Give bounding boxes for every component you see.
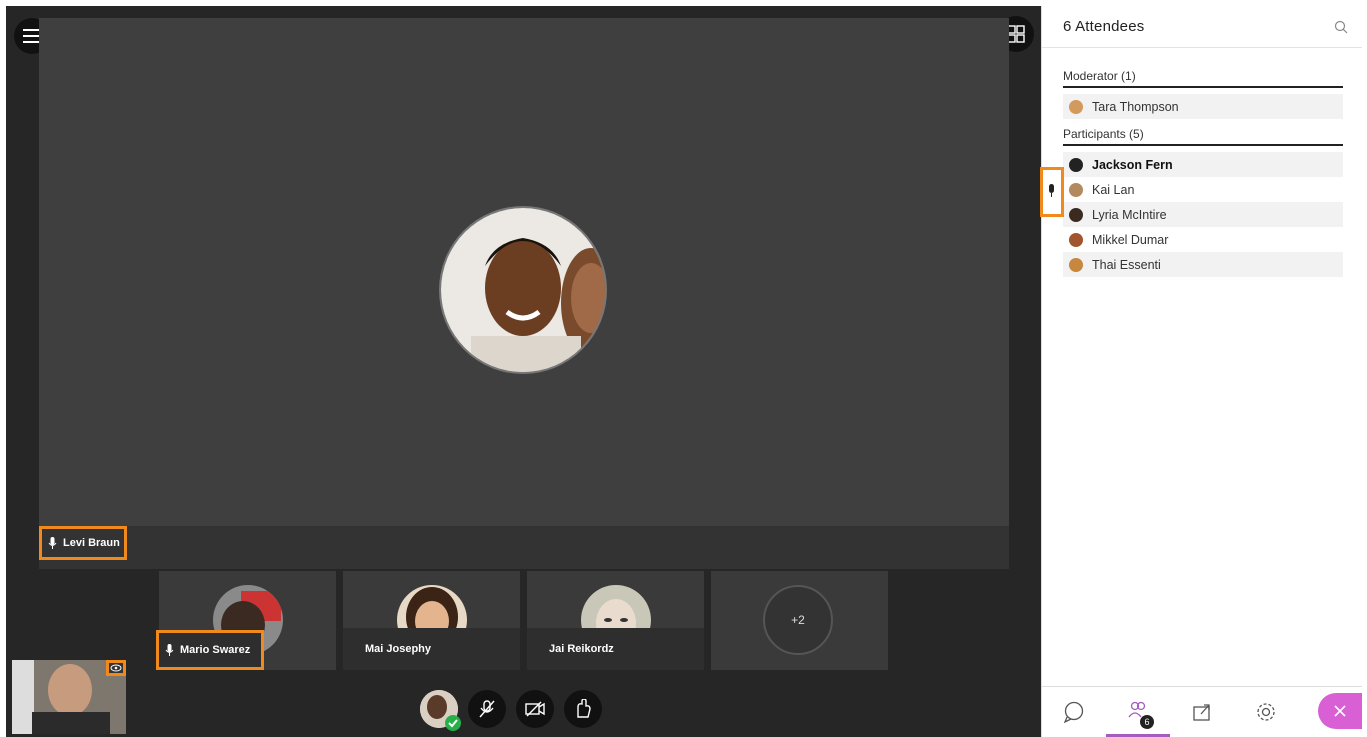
attendee-row[interactable]: Kai Lan <box>1063 177 1343 202</box>
attendee-avatar <box>1069 257 1083 272</box>
participants-header: Participants (5) <box>1063 124 1343 146</box>
video-stage: Levi Braun Mai Josephy Jai Reikordz +2 M… <box>6 6 1041 737</box>
attendee-avatar <box>1069 232 1083 247</box>
attendees-panel: 6 Attendees Moderator (1) Tara Thompson … <box>1041 6 1362 737</box>
attendee-avatar <box>1069 157 1083 172</box>
participant-name: Jai Reikordz <box>527 628 704 670</box>
microphone-toggle[interactable] <box>468 690 506 728</box>
active-speaker-name: Levi Braun <box>63 537 120 549</box>
attendee-row[interactable]: Tara Thompson <box>1063 94 1343 119</box>
microphone-icon <box>165 643 174 656</box>
check-badge-icon <box>445 715 461 731</box>
tab-attendees[interactable]: 6 <box>1106 687 1170 737</box>
media-controls <box>420 686 602 732</box>
participant-tile[interactable]: Mai Josephy <box>343 571 520 670</box>
attendee-name: Lyria McIntire <box>1092 207 1167 222</box>
close-icon <box>1334 705 1346 717</box>
panel-header: 6 Attendees <box>1042 6 1362 48</box>
attendee-name: Mikkel Dumar <box>1092 232 1169 247</box>
attendee-avatar <box>1069 99 1083 114</box>
microphone-off-icon <box>479 700 495 718</box>
active-speaker-label: Levi Braun <box>39 526 127 560</box>
attendee-avatar <box>1069 207 1083 222</box>
attendee-name: Thai Essenti <box>1092 257 1161 272</box>
speaker-bar <box>39 526 1009 569</box>
participant-tile[interactable]: Jai Reikordz <box>527 571 704 670</box>
attendee-row[interactable]: Thai Essenti <box>1063 252 1343 277</box>
search-icon[interactable] <box>1334 20 1348 34</box>
attendee-avatar <box>1069 182 1083 197</box>
tab-share-content[interactable] <box>1170 687 1234 737</box>
attendee-count-badge: 6 <box>1140 715 1154 729</box>
panel-title: 6 Attendees <box>1063 18 1145 35</box>
attendee-name: Jackson Fern <box>1092 157 1173 172</box>
microphone-icon <box>1049 184 1054 197</box>
camera-toggle[interactable] <box>516 690 554 728</box>
tab-chat[interactable] <box>1042 687 1106 737</box>
grid-layout-icon <box>1007 25 1025 43</box>
attendee-row[interactable]: Mikkel Dumar <box>1063 227 1343 252</box>
tile-name-label: Mario Swarez <box>156 630 264 670</box>
raise-hand-icon <box>577 699 591 718</box>
talking-indicator-highlight <box>1040 167 1064 217</box>
attendee-row[interactable]: Jackson Fern <box>1063 152 1343 177</box>
close-panel-button[interactable] <box>1318 693 1362 729</box>
moderators-header: Moderator (1) <box>1063 66 1343 88</box>
panel-tabbar: 6 <box>1042 686 1362 737</box>
tab-settings[interactable] <box>1234 687 1298 737</box>
my-status-button[interactable] <box>420 690 461 731</box>
self-video <box>12 660 126 734</box>
collaborate-app: Levi Braun Mai Josephy Jai Reikordz +2 M… <box>0 0 1367 737</box>
more-participants-tile[interactable]: +2 <box>711 571 888 670</box>
attendee-name: Kai Lan <box>1092 182 1135 197</box>
attendee-name: Tara Thompson <box>1092 99 1179 114</box>
eye-indicator <box>106 660 126 676</box>
moderators-section: Moderator (1) Tara Thompson <box>1063 66 1343 119</box>
microphone-icon <box>48 536 57 549</box>
participants-section: Participants (5) Jackson Fern Kai Lan Ly… <box>1063 124 1343 277</box>
participant-name: Mai Josephy <box>343 628 520 670</box>
camera-off-icon <box>525 701 545 717</box>
active-speaker-avatar <box>439 206 607 374</box>
chat-icon <box>1063 701 1084 723</box>
raise-hand-button[interactable] <box>564 690 602 728</box>
attendee-row[interactable]: Lyria McIntire <box>1063 202 1343 227</box>
participant-name: Mario Swarez <box>180 644 251 656</box>
gear-icon <box>1257 703 1275 721</box>
more-participants-count: +2 <box>763 585 833 655</box>
eye-icon <box>110 664 122 672</box>
share-icon <box>1193 704 1210 721</box>
